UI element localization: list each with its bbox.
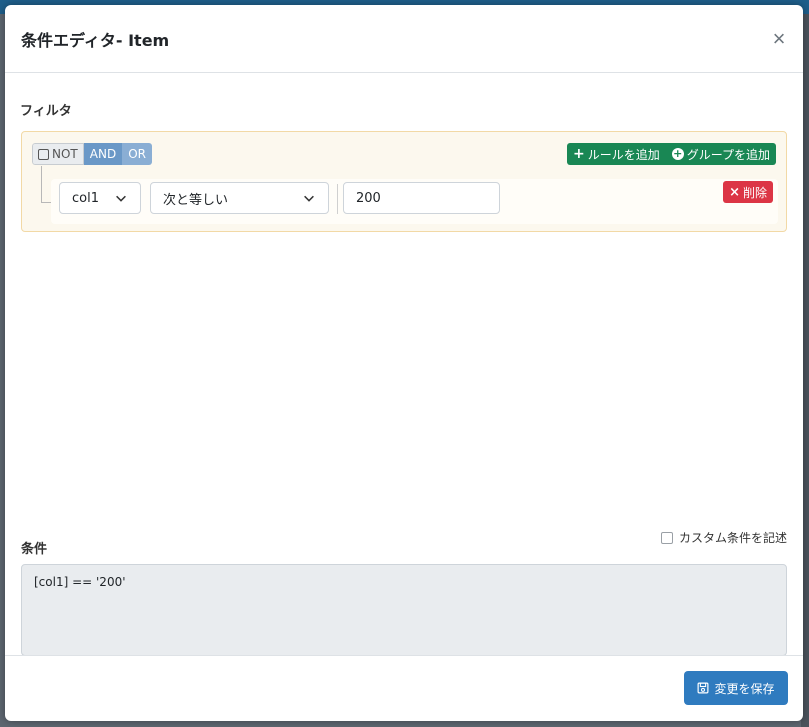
not-label: NOT bbox=[52, 147, 78, 161]
plus-icon: + bbox=[572, 146, 585, 162]
add-rule-label: ルールを追加 bbox=[587, 147, 660, 162]
save-label: 変更を保存 bbox=[714, 681, 775, 696]
save-icon bbox=[698, 682, 709, 694]
filter-section-label: フィルタ bbox=[20, 104, 72, 119]
modal-footer: 変更を保存 bbox=[5, 655, 803, 721]
chevron-down-icon bbox=[304, 195, 314, 202]
and-button[interactable]: AND bbox=[83, 143, 123, 165]
add-rule-button[interactable]: + ルールを追加 bbox=[566, 143, 666, 165]
operator-select-value: 次と等しい bbox=[163, 192, 229, 208]
condition-editor-modal: 条件エディタ- Item × フィルタ NOT AND OR + ルールを追加 … bbox=[5, 5, 803, 721]
add-button-group: + ルールを追加 + グループを追加 bbox=[566, 143, 776, 165]
plus-circle-icon: + bbox=[671, 147, 684, 160]
x-icon: × bbox=[729, 184, 740, 200]
condition-section-label: 条件 bbox=[21, 542, 48, 557]
or-button[interactable]: OR bbox=[122, 143, 152, 165]
modal-title: 条件エディタ- Item bbox=[21, 30, 170, 50]
query-builder: NOT AND OR + ルールを追加 + グループを追加 col1 次と等しい… bbox=[21, 131, 787, 232]
custom-condition-toggle[interactable]: カスタム条件を記述 bbox=[660, 529, 787, 546]
delete-rule-button[interactable]: × 削除 bbox=[723, 181, 773, 203]
save-changes-button[interactable]: 変更を保存 bbox=[684, 671, 788, 705]
delete-label: 削除 bbox=[742, 185, 767, 200]
add-group-button[interactable]: + グループを追加 bbox=[665, 143, 776, 165]
field-select-value: col1 bbox=[72, 190, 99, 206]
add-group-label: グループを追加 bbox=[686, 147, 770, 162]
logic-toggle-group: NOT AND OR bbox=[32, 143, 152, 165]
rule-divider bbox=[337, 184, 338, 214]
modal-header: 条件エディタ- Item × bbox=[5, 5, 803, 73]
value-input[interactable] bbox=[343, 182, 500, 214]
close-button[interactable]: × bbox=[767, 27, 791, 51]
condition-expression-box: [col1] == '200' bbox=[21, 564, 787, 656]
tree-connector bbox=[41, 166, 51, 203]
field-select[interactable]: col1 bbox=[59, 182, 141, 214]
close-icon: × bbox=[772, 26, 786, 51]
chevron-down-icon bbox=[116, 195, 126, 202]
operator-select[interactable]: 次と等しい bbox=[150, 182, 329, 214]
custom-condition-checkbox[interactable] bbox=[660, 531, 673, 544]
checkbox-icon bbox=[38, 148, 49, 160]
not-toggle[interactable]: NOT bbox=[32, 143, 84, 165]
custom-condition-label: カスタム条件を記述 bbox=[678, 531, 787, 545]
rule-row: col1 次と等しい × 削除 bbox=[51, 179, 778, 224]
